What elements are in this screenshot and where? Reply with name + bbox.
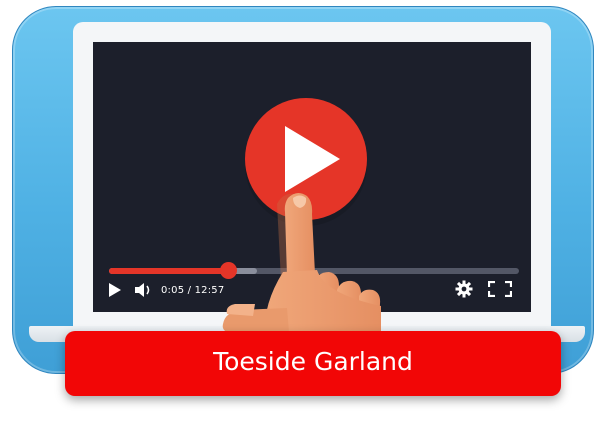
pointing-hand-icon [222, 192, 381, 334]
caption-banner: Toeside Garland [65, 331, 561, 396]
settings-gear-icon[interactable] [455, 280, 473, 298]
play-icon[interactable] [109, 283, 121, 297]
caption-text: Toeside Garland [213, 347, 413, 376]
fullscreen-icon[interactable] [488, 281, 512, 297]
volume-icon[interactable] [133, 281, 155, 299]
play-icon [285, 126, 340, 192]
